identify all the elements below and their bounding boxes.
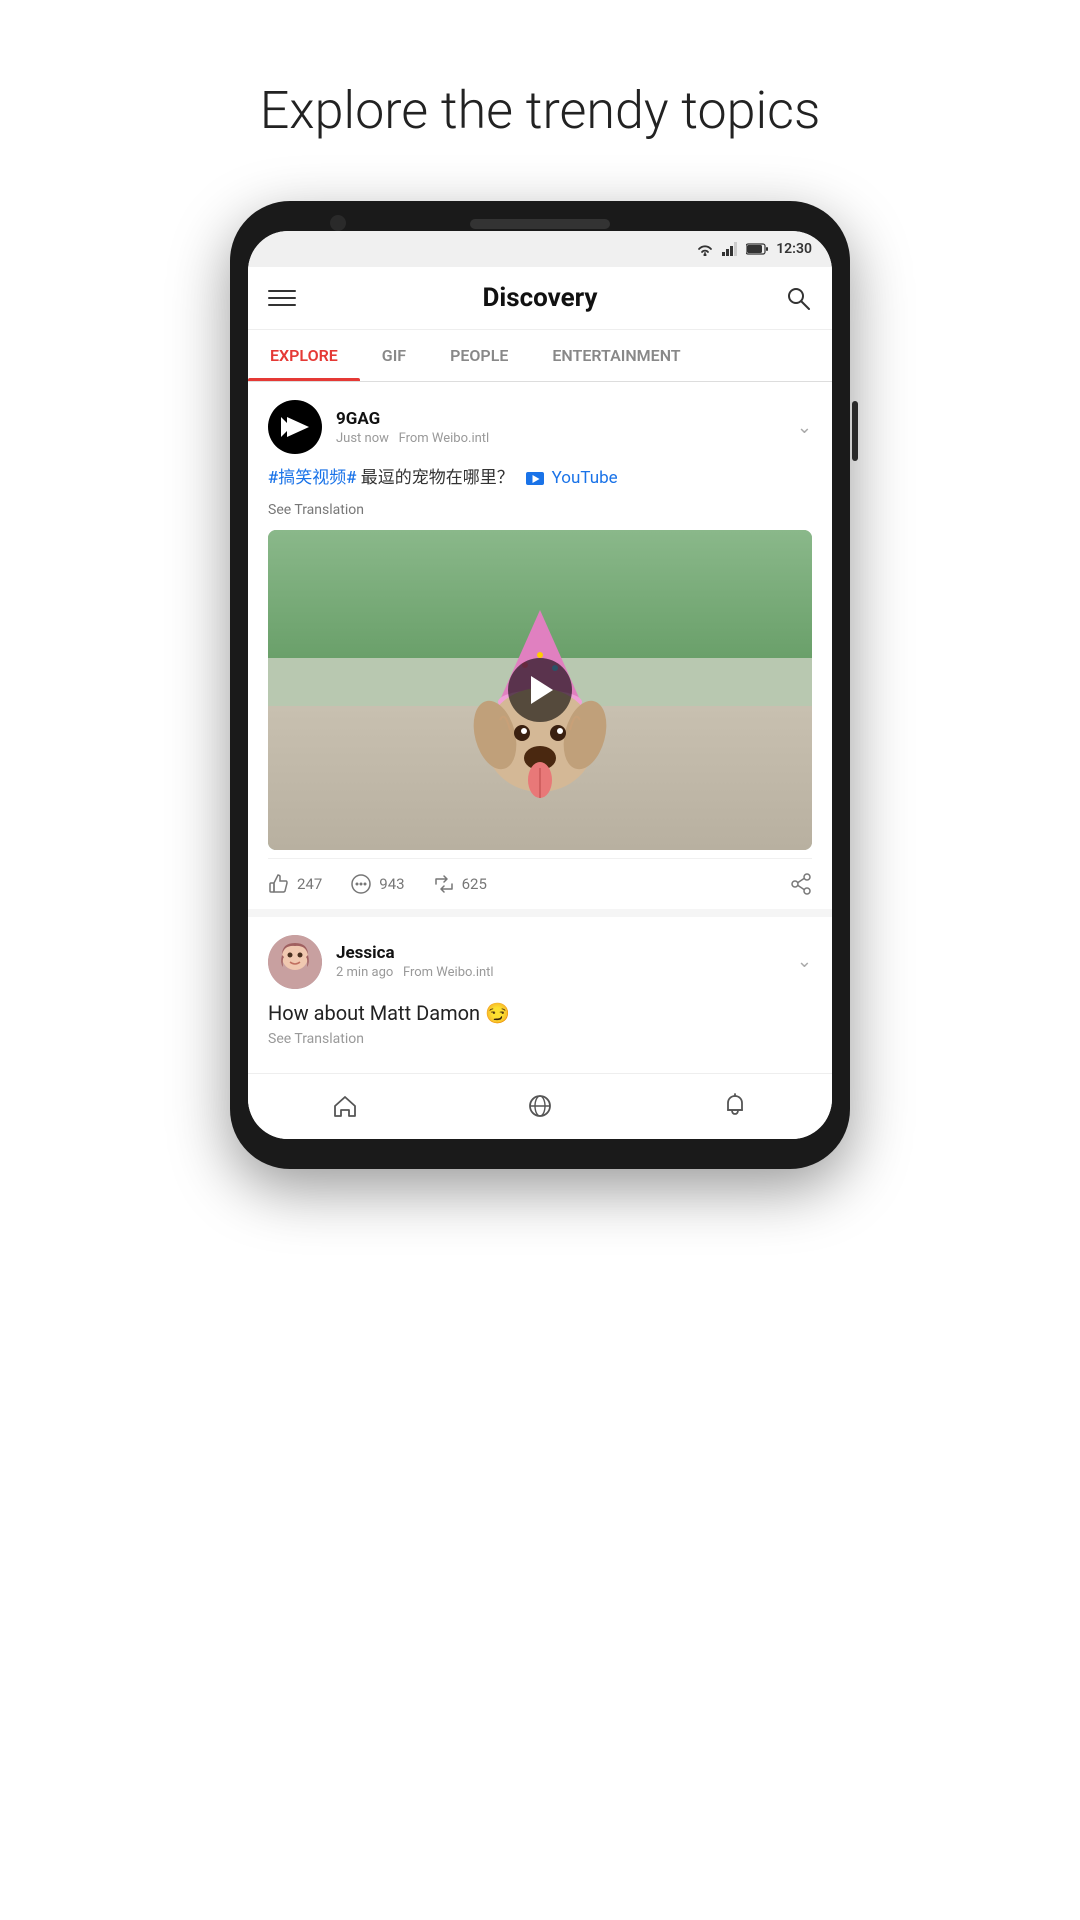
- page-title: Explore the trendy topics: [260, 80, 821, 141]
- battery-icon: [746, 243, 768, 255]
- video-play-button[interactable]: [508, 658, 572, 722]
- post-dropdown-2[interactable]: ⌄: [797, 951, 812, 972]
- post-content-1: #搞笑视频# 最逗的宠物在哪里？ YouTube: [268, 466, 812, 492]
- post-card-1: 9GAG Just now From Weibo.intl ⌄ #搞笑视频# 最…: [248, 382, 832, 909]
- post-youtube-link[interactable]: YouTube: [526, 468, 617, 488]
- post-video-1[interactable]: [268, 530, 812, 850]
- status-bar: 12:30: [248, 231, 832, 267]
- phone-side-button: [852, 401, 858, 461]
- signal-icon: [722, 242, 738, 256]
- bottom-nav: [248, 1073, 832, 1139]
- post-meta-1: 9GAG Just now From Weibo.intl: [336, 409, 797, 446]
- tab-gif[interactable]: GIF: [360, 330, 428, 381]
- tab-entertainment[interactable]: ENTERTAINMENT: [530, 330, 702, 381]
- post-meta-2: Jessica 2 min ago From Weibo.intl: [336, 943, 797, 980]
- phone-camera: [330, 215, 346, 231]
- bell-icon: [721, 1092, 749, 1120]
- home-icon: [331, 1092, 359, 1120]
- youtube-icon: [526, 472, 544, 485]
- phone-frame: 12:30 Discovery EXPLORE GIF PEOPLE ENTER…: [230, 201, 850, 1169]
- status-time: 12:30: [776, 241, 812, 257]
- app-title: Discovery: [296, 283, 784, 313]
- post-header-2: Jessica 2 min ago From Weibo.intl ⌄: [268, 935, 812, 989]
- menu-line-3: [268, 304, 296, 306]
- post-actions-1: 247 943: [268, 858, 812, 909]
- repost-button-1[interactable]: 625: [433, 873, 487, 895]
- menu-line-2: [268, 297, 296, 299]
- play-triangle-icon: [531, 676, 553, 704]
- post-content-2: How about Matt Damon 😏: [268, 1001, 812, 1025]
- nav-notifications[interactable]: [637, 1074, 832, 1139]
- see-translation-2[interactable]: See Translation: [268, 1031, 812, 1047]
- comment-icon: [350, 873, 372, 895]
- thumbs-up-icon: [268, 873, 290, 895]
- tab-bar: EXPLORE GIF PEOPLE ENTERTAINMENT: [248, 330, 832, 382]
- phone-screen: 12:30 Discovery EXPLORE GIF PEOPLE ENTER…: [248, 231, 832, 1139]
- menu-button[interactable]: [268, 290, 296, 306]
- nav-home[interactable]: [248, 1074, 443, 1139]
- wifi-icon: [696, 242, 714, 256]
- like-button-1[interactable]: 247: [268, 873, 322, 895]
- repost-icon: [433, 873, 455, 895]
- repost-count-1: 625: [462, 875, 487, 893]
- tab-explore[interactable]: EXPLORE: [248, 330, 360, 381]
- search-button[interactable]: [784, 284, 812, 312]
- menu-line-1: [268, 290, 296, 292]
- post-chinese-text: 最逗的宠物在哪里？: [361, 468, 514, 488]
- post-username-1: 9GAG: [336, 409, 797, 429]
- nav-discover[interactable]: [443, 1074, 638, 1139]
- avatar-9gag: [268, 400, 322, 454]
- comment-count-1: 943: [379, 875, 404, 893]
- post-time-1: Just now From Weibo.intl: [336, 431, 797, 446]
- post-header-1: 9GAG Just now From Weibo.intl ⌄: [268, 400, 812, 454]
- post-card-2: Jessica 2 min ago From Weibo.intl ⌄ How …: [248, 917, 832, 1065]
- tab-people[interactable]: PEOPLE: [428, 330, 530, 381]
- share-icon: [790, 873, 812, 895]
- feed: 9GAG Just now From Weibo.intl ⌄ #搞笑视频# 最…: [248, 382, 832, 1065]
- post-time-2: 2 min ago From Weibo.intl: [336, 965, 797, 980]
- post-dropdown-1[interactable]: ⌄: [797, 417, 812, 438]
- comment-button-1[interactable]: 943: [350, 873, 404, 895]
- avatar-jessica: [268, 935, 322, 989]
- discover-icon: [526, 1092, 554, 1120]
- post-hashtag[interactable]: #搞笑视频#: [268, 468, 357, 488]
- share-button-1[interactable]: [790, 873, 812, 895]
- see-translation-1[interactable]: See Translation: [268, 502, 812, 518]
- app-header: Discovery: [248, 267, 832, 330]
- like-count-1: 247: [297, 875, 322, 893]
- post-username-2: Jessica: [336, 943, 797, 963]
